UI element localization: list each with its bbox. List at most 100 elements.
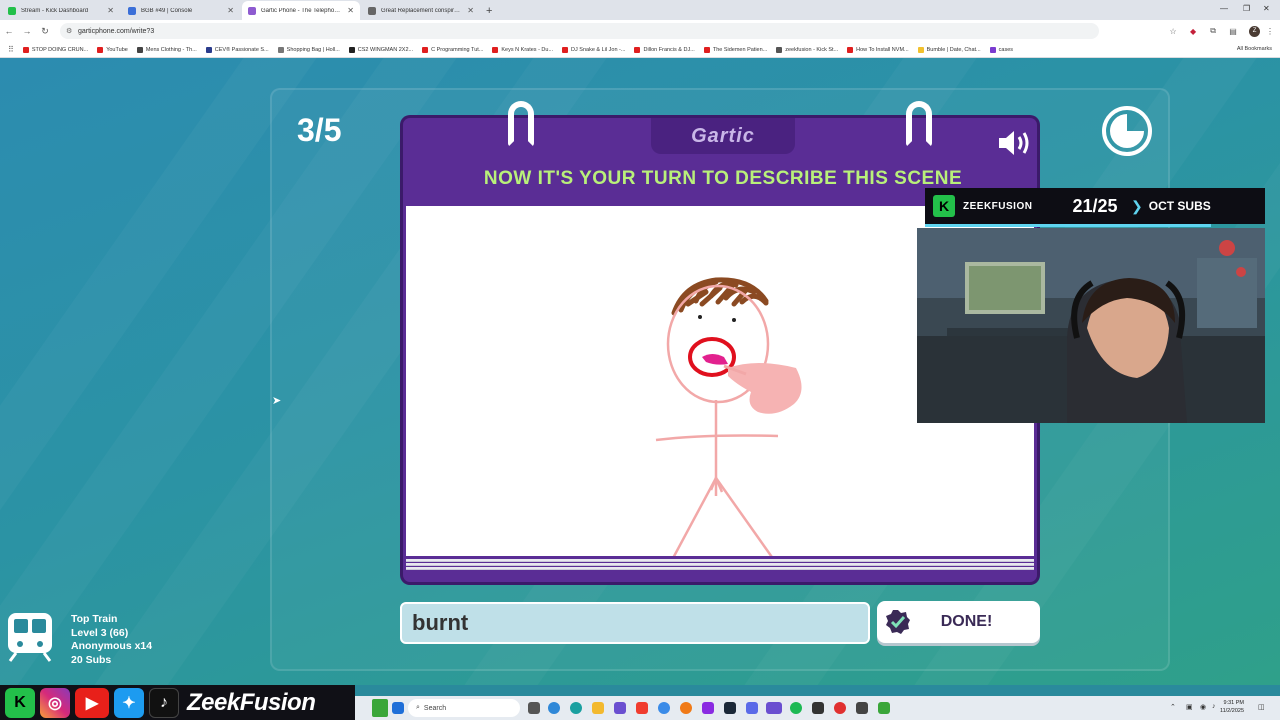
app2-icon[interactable] xyxy=(746,702,758,714)
copilot-icon[interactable] xyxy=(548,702,560,714)
bookmark-item[interactable]: CEV® Passionate S... xyxy=(205,46,269,53)
browser-tab[interactable]: Gartic Phone - The Telephone G ✕ xyxy=(242,1,360,20)
star-icon[interactable]: ☆ xyxy=(1163,27,1183,36)
train-level: Level 3 (66) xyxy=(71,626,129,639)
bookmark-label: Bumble | Date, Chat... xyxy=(926,46,981,53)
browser-tab[interactable]: BGB #49 | Console ✕ xyxy=(122,1,240,20)
bookmark-item[interactable]: DJ Snake & Lil Jon -... xyxy=(562,46,626,53)
bookmark-item[interactable]: How To Install NVM... xyxy=(847,46,909,53)
tab-label: Great Replacement conspiracy xyxy=(381,7,464,14)
bookmark-label: CS2 WINGMAN 2X2... xyxy=(357,46,414,53)
bookmark-favicon xyxy=(277,46,284,53)
minimize-icon[interactable]: — xyxy=(1220,4,1228,13)
bookmark-item[interactable]: zeekfusion - Kick St... xyxy=(776,46,839,53)
bookmark-favicon xyxy=(136,46,143,53)
done-button-label: DONE! xyxy=(940,613,993,630)
bookmarks-bar: ⠿ STOP DOING CRUN... YouTube Mens Clothing… xyxy=(0,42,1280,58)
bookmark-item[interactable]: CS2 WINGMAN 2X2... xyxy=(348,46,414,53)
bookmark-label: The Sidemen Patien... xyxy=(712,46,768,53)
close-window-icon[interactable]: ✕ xyxy=(1263,4,1270,13)
profile-avatar[interactable]: Z xyxy=(1249,25,1261,37)
description-input[interactable] xyxy=(400,602,870,644)
bookmark-label: Shopping Bag | Holl... xyxy=(286,46,340,53)
train-icon xyxy=(8,613,52,662)
notification-icon[interactable]: ◫ xyxy=(1258,703,1265,711)
task-view-icon[interactable] xyxy=(528,702,540,714)
social-overlay: K ◎ ▶ ✦ ♪ ZeekFusion xyxy=(0,685,355,720)
bookmark-label: cases xyxy=(998,46,1014,53)
bookmark-item[interactable]: cases xyxy=(989,46,1014,53)
chevron-right-icon: ❯ xyxy=(1131,197,1143,214)
url-field[interactable]: ⚙ garticphone.com/write?3 xyxy=(59,23,1100,39)
app5-icon[interactable] xyxy=(856,702,868,714)
chrome-icon[interactable] xyxy=(658,702,670,714)
bookmark-label: YouTube xyxy=(106,46,128,53)
close-tab-icon[interactable]: ✕ xyxy=(227,6,234,15)
close-tab-icon[interactable]: ✕ xyxy=(467,6,474,15)
frog-app-icon[interactable] xyxy=(372,699,388,717)
steam-icon[interactable] xyxy=(724,702,736,714)
sub-goal-progress xyxy=(925,224,1211,227)
bookmark-label: C Programming Tut... xyxy=(431,46,484,53)
forward-icon[interactable]: → xyxy=(18,26,36,36)
browser-tab[interactable]: Stream - Kick Dashboard ✕ xyxy=(2,1,120,20)
back-icon[interactable]: ← xyxy=(0,26,18,36)
tab-favicon xyxy=(8,6,16,15)
bookmark-label: DJ Snake & Lil Jon -... xyxy=(571,46,626,53)
bookmark-item[interactable]: Dillon Francis & DJ... xyxy=(634,46,695,53)
bookmark-item[interactable]: Mens Clothing - Th... xyxy=(136,46,197,53)
binder-ring-right xyxy=(906,101,932,147)
volume-icon[interactable]: ♪ xyxy=(1212,703,1216,710)
page-edge xyxy=(406,563,1034,566)
bookmark-item[interactable]: Shopping Bag | Holl... xyxy=(277,46,340,53)
bookmark-favicon xyxy=(22,46,29,53)
bookmark-favicon xyxy=(917,46,924,53)
app4-icon[interactable] xyxy=(834,702,846,714)
sub-goal-bar: K ZEEKFUSION 21/25 ❯ OCT SUBS xyxy=(925,188,1265,224)
bookmark-item[interactable]: Bumble | Date, Chat... xyxy=(917,46,981,53)
bookmark-favicon xyxy=(703,46,710,53)
tray-app-icon[interactable]: ▣ xyxy=(1186,703,1193,711)
new-tab-button[interactable]: + xyxy=(486,5,492,17)
bookmark-item[interactable]: The Sidemen Patien... xyxy=(703,46,768,53)
browser-tab[interactable]: Great Replacement conspiracy ✕ xyxy=(362,1,480,20)
reload-icon[interactable]: ↻ xyxy=(36,26,54,37)
firefox-icon[interactable] xyxy=(680,702,692,714)
tab-list: Stream - Kick Dashboard ✕ BGB #49 | Consol… xyxy=(0,0,480,20)
speaker-icon[interactable] xyxy=(995,128,1035,158)
taskbar-clock[interactable]: 9:31 PM 11/2/2025 xyxy=(1220,699,1244,715)
bookmark-item[interactable]: YouTube xyxy=(97,46,128,53)
wifi-icon[interactable]: ◉ xyxy=(1200,703,1206,711)
app-icon[interactable] xyxy=(636,702,648,714)
maximize-icon[interactable]: ❐ xyxy=(1243,4,1250,13)
bookmark-label: Mens Clothing - Th... xyxy=(145,46,197,53)
bookmark-item[interactable]: C Programming Tut... xyxy=(422,46,484,53)
file-explorer-icon[interactable] xyxy=(592,702,604,714)
sidepanel-icon[interactable]: ▤ xyxy=(1223,27,1243,36)
bookmark-item[interactable]: Keys N Krates - Du... xyxy=(492,46,553,53)
extension-icon[interactable]: ⧉ xyxy=(1203,26,1223,36)
apps-grid-icon[interactable]: ⠿ xyxy=(8,45,14,54)
menu-kebab-icon[interactable]: ⋮ xyxy=(1260,27,1280,36)
all-bookmarks-link[interactable]: All Bookmarks xyxy=(1237,46,1272,52)
teams-icon[interactable] xyxy=(614,702,626,714)
vs-icon[interactable] xyxy=(702,702,714,714)
taskbar-search-placeholder: Search xyxy=(423,704,447,712)
site-info-icon[interactable]: ⚙ xyxy=(66,27,72,35)
bookmark-item[interactable]: STOP DOING CRUN... xyxy=(22,46,89,53)
bookmark-label: zeekfusion - Kick St... xyxy=(785,46,839,53)
app6-icon[interactable] xyxy=(878,702,890,714)
obs-active-icon[interactable] xyxy=(766,702,782,714)
edge-icon[interactable] xyxy=(570,702,582,714)
app3-icon[interactable] xyxy=(812,702,824,714)
tray-chevron-icon[interactable]: ⌃ xyxy=(1170,703,1176,711)
close-tab-icon[interactable]: ✕ xyxy=(347,6,354,15)
clock-date: 11/2/2025 xyxy=(1219,708,1244,714)
bookmark-label: STOP DOING CRUN... xyxy=(31,46,89,53)
close-tab-icon[interactable]: ✕ xyxy=(107,6,114,15)
spotify-icon[interactable] xyxy=(790,702,802,714)
extension-shield-icon[interactable]: ◆ xyxy=(1183,27,1203,36)
done-button[interactable]: DONE! xyxy=(877,601,1040,643)
taskbar-search[interactable]: ⌕ Search xyxy=(408,699,520,717)
windows-start-icon[interactable] xyxy=(392,702,404,714)
